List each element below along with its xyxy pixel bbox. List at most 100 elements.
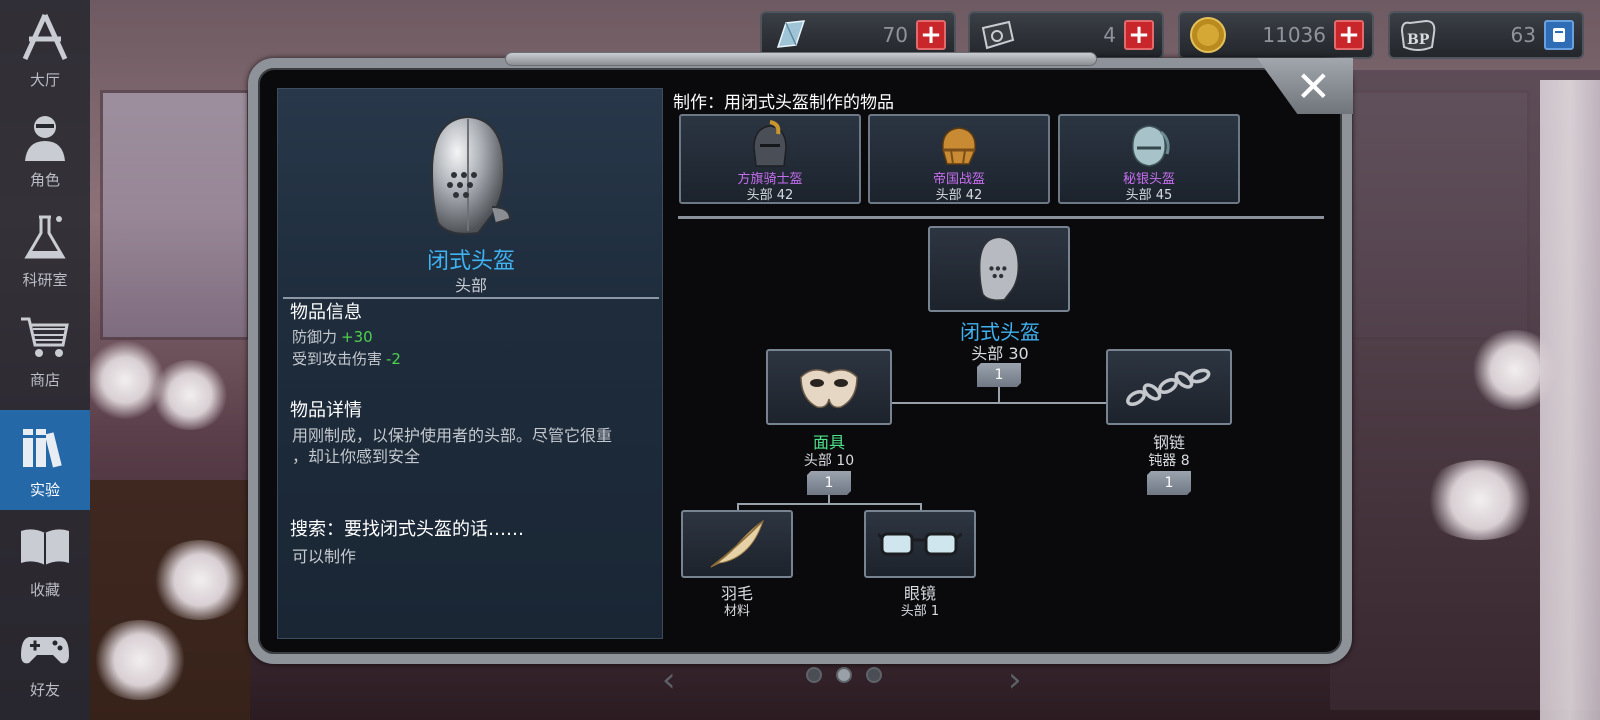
sidebar-item-label: 收藏	[29, 581, 60, 599]
sidebar-item-experiment[interactable]: 实验	[0, 410, 90, 510]
sidebar-item-label: 科研室	[22, 271, 68, 289]
pager-dot-active[interactable]	[836, 667, 852, 683]
stat-label: 防御力	[292, 328, 338, 346]
svg-text:BP: BP	[1407, 32, 1430, 48]
currency-value: 11036	[1262, 23, 1326, 47]
pager-dot[interactable]	[866, 667, 882, 683]
bg-window	[100, 90, 250, 340]
sidebar-item-label: 大厅	[29, 71, 60, 89]
chain-icon	[1126, 368, 1211, 406]
crystal-icon	[770, 15, 810, 55]
search-heading: 搜索：要找闭式头盔的话……	[290, 519, 524, 540]
currency-value: 4	[1103, 23, 1116, 47]
product-name: 方旗骑士盔	[737, 172, 803, 187]
sidebar-item-friends[interactable]: 好友	[0, 610, 90, 710]
tree-connector	[892, 402, 1106, 404]
sidebar-item-character[interactable]: 角色	[0, 100, 90, 200]
mithril-helmet-icon	[1123, 120, 1175, 172]
tree-mask-stat: 头部 10	[803, 453, 855, 469]
detail-heading: 物品详情	[290, 400, 362, 421]
product-name: 秘银头盔	[1122, 172, 1175, 187]
add-crystal-button[interactable]: +	[916, 20, 946, 50]
imperial-war-helmet-icon	[933, 120, 985, 172]
stat-label: 受到攻击伤害	[292, 350, 383, 368]
mask-icon	[800, 369, 858, 409]
stat-damage-taken: 受到攻击伤害 -2	[292, 348, 401, 369]
tree-node-feather[interactable]	[681, 510, 793, 578]
sidebar-item-label: 实验	[29, 481, 60, 499]
tree-feather-stat: 材料	[723, 604, 750, 619]
product-card[interactable]: 秘银头盔 头部 45	[1058, 114, 1240, 204]
tree-root-stat: 头部 30	[971, 344, 1029, 363]
sidebar-item-label: 角色	[29, 171, 60, 189]
close-icon: ✕	[1295, 61, 1331, 111]
glasses-icon	[878, 532, 962, 556]
crafting-title: 制作：用闭式头盔制作的物品	[673, 93, 894, 113]
pager-prev-icon[interactable]: ‹	[662, 660, 676, 700]
product-stat: 头部 42	[935, 188, 983, 203]
gamepad-icon	[19, 621, 71, 673]
tree-glasses-stat: 头部 1	[900, 604, 940, 619]
item-name: 闭式头盔	[426, 249, 515, 274]
open-book-icon	[19, 521, 71, 573]
info-heading: 物品信息	[290, 302, 362, 323]
banner-knight-helmet-icon	[744, 120, 796, 172]
currency-value: 63	[1510, 23, 1536, 47]
tree-mask-qty: 1	[807, 471, 851, 495]
section-divider	[678, 216, 1324, 219]
flask-icon	[19, 211, 71, 263]
tree-node-root[interactable]	[928, 226, 1070, 312]
sidebar-item-lobby[interactable]: 大厅	[0, 0, 90, 100]
tree-connector	[998, 387, 1000, 403]
currency-bp: BP 63	[1388, 11, 1584, 59]
sidebar-item-shop[interactable]: 商店	[0, 300, 90, 400]
tree-root-qty: 1	[977, 363, 1021, 387]
sidebar-item-collection[interactable]: 收藏	[0, 510, 90, 610]
closed-helmet-icon	[418, 111, 518, 241]
sidebar-item-label: 好友	[29, 681, 60, 699]
item-slot: 头部	[454, 276, 487, 295]
character-icon	[19, 111, 71, 163]
star-a-icon	[19, 11, 71, 63]
pager-dot[interactable]	[806, 667, 822, 683]
add-coin-button[interactable]: +	[1334, 20, 1364, 50]
stat-value: +30	[341, 328, 373, 346]
bg-flowers	[1420, 460, 1540, 540]
stat-defense: 防御力 +30	[292, 326, 373, 347]
closed-helmet-icon	[978, 236, 1020, 301]
sidebar: 大厅 角色 科研室 商店 实验 收藏 好友	[0, 0, 90, 720]
add-ticket-button[interactable]: +	[1124, 20, 1154, 50]
dialog-drag-bar	[505, 52, 1097, 66]
pager-next-icon[interactable]: ›	[1008, 660, 1022, 700]
product-card[interactable]: 方旗骑士盔 头部 42	[679, 114, 861, 204]
bg-flowers	[150, 360, 230, 430]
add-bp-button[interactable]	[1544, 20, 1574, 50]
bg-flowers	[90, 620, 190, 700]
tree-node-glasses[interactable]	[864, 510, 976, 578]
bp-paw-icon: BP	[1398, 15, 1438, 55]
tree-chain-stat: 钝器 8	[1148, 453, 1190, 469]
books-icon	[19, 421, 71, 473]
product-card[interactable]: 帝国战盔 头部 42	[868, 114, 1050, 204]
sidebar-item-label: 商店	[29, 371, 60, 389]
tree-connector	[737, 503, 922, 505]
sidebar-item-lab[interactable]: 科研室	[0, 200, 90, 300]
tree-chain-qty: 1	[1147, 471, 1191, 495]
bg-flowers	[1470, 330, 1560, 410]
bg-flowers	[150, 540, 250, 620]
cart-icon	[19, 311, 71, 363]
product-name: 帝国战盔	[932, 172, 985, 187]
item-info-panel: 闭式头盔 头部 物品信息 防御力 +30 受到攻击伤害 -2 物品详情 用刚制成，以…	[277, 88, 663, 639]
feather-icon	[710, 519, 764, 568]
search-text: 可以制作	[292, 547, 357, 566]
stat-value: -2	[386, 350, 401, 368]
coin-icon	[1188, 15, 1228, 55]
tree-node-mask[interactable]	[766, 349, 892, 425]
product-stat: 头部 45	[1125, 188, 1173, 203]
currency-coin: 11036 +	[1178, 11, 1374, 59]
tree-node-chain[interactable]	[1106, 349, 1232, 425]
bg-curtain	[1540, 80, 1600, 720]
currency-value: 70	[882, 23, 908, 47]
product-stat: 头部 42	[746, 188, 794, 203]
detail-text: 用刚制成，以保护使用者的头部。尽管它很重 ，却让你感到安全	[292, 426, 613, 466]
